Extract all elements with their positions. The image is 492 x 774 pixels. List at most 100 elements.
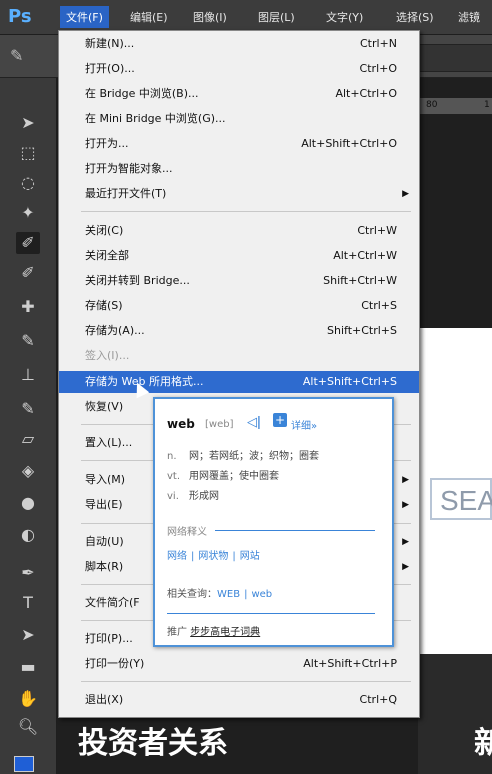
menu-item-label: 脚本(R) bbox=[85, 560, 124, 573]
menu-item-label: 关闭(C) bbox=[85, 224, 124, 237]
dict-def-text: 用网覆盖；使中圈套 bbox=[189, 471, 279, 482]
dict-web-link[interactable]: 网状物 bbox=[198, 551, 228, 562]
zoom-tool-icon[interactable]: 🔍︎ bbox=[16, 716, 40, 738]
menu-item-label: 打印(P)... bbox=[85, 632, 133, 645]
stamp-tool-icon[interactable]: ⊥ bbox=[16, 364, 40, 386]
menu-item-exit[interactable]: 退出(X) Ctrl+Q bbox=[59, 689, 419, 711]
dict-web-link[interactable]: 网络 bbox=[167, 551, 187, 562]
menu-item-save[interactable]: 存储(S) Ctrl+S bbox=[59, 295, 419, 317]
menu-item-shortcut: Ctrl+Q bbox=[359, 693, 397, 706]
brush-preset-icon[interactable]: ✎ bbox=[10, 46, 30, 66]
menu-item-label: 打开为智能对象... bbox=[85, 162, 173, 175]
menu-file[interactable]: 文件(F) bbox=[60, 6, 109, 28]
dodge-tool-icon[interactable]: ◐ bbox=[16, 524, 40, 546]
type-tool-icon[interactable]: T bbox=[16, 592, 40, 614]
menu-item-label: 关闭全部 bbox=[85, 249, 129, 262]
menu-filter[interactable]: 滤镜 bbox=[458, 9, 480, 25]
dict-ad-link[interactable]: 步步高电子词典 bbox=[190, 627, 260, 638]
menu-item-label: 自动(U) bbox=[85, 535, 124, 548]
menu-item-label: 新建(N)... bbox=[85, 37, 135, 50]
menu-item-save-for-web[interactable]: 存储为 Web 所用格式... Alt+Shift+Ctrl+S bbox=[59, 371, 419, 393]
menu-item-label: 打开(O)... bbox=[85, 62, 135, 75]
menu-item-open-smart-object[interactable]: 打开为智能对象... bbox=[59, 158, 419, 180]
divider: | bbox=[191, 551, 195, 562]
menu-item-close[interactable]: 关闭(C) Ctrl+W bbox=[59, 220, 419, 242]
menu-item-close-go-bridge[interactable]: 关闭并转到 Bridge... Shift+Ctrl+W bbox=[59, 270, 419, 292]
menu-image[interactable]: 图像(I) bbox=[193, 9, 227, 25]
menu-item-open[interactable]: 打开(O)... Ctrl+O bbox=[59, 58, 419, 80]
menu-item-recent-files[interactable]: 最近打开文件(T) ▶ bbox=[59, 183, 419, 205]
options-field[interactable] bbox=[418, 44, 492, 72]
paint-bucket-tool-icon[interactable]: ◈ bbox=[16, 460, 40, 482]
history-brush-tool-icon[interactable]: ✎ bbox=[16, 398, 40, 420]
submenu-arrow-icon: ▶ bbox=[402, 500, 409, 510]
dict-section-title: 网络释义 bbox=[167, 527, 207, 538]
menu-item-label: 打印一份(Y) bbox=[85, 657, 145, 670]
rectangle-tool-icon[interactable]: ▬ bbox=[16, 656, 40, 678]
menu-item-browse-bridge[interactable]: 在 Bridge 中浏览(B)... Alt+Ctrl+O bbox=[59, 83, 419, 105]
menu-item-print-one-copy[interactable]: 打印一份(Y) Alt+Shift+Ctrl+P bbox=[59, 653, 419, 675]
menu-item-shortcut: Alt+Ctrl+W bbox=[333, 249, 397, 262]
menu-item-open-as[interactable]: 打开为... Alt+Shift+Ctrl+O bbox=[59, 133, 419, 155]
ruler-tool-icon[interactable]: ✐ bbox=[16, 262, 40, 284]
eraser-tool-icon[interactable]: ▱ bbox=[16, 428, 40, 450]
dictionary-popup: web [web] ◁ǀ + 详细» n. 网；若网纸；波；织物；圈套 vt. 用网… bbox=[153, 397, 394, 647]
path-selection-tool-icon[interactable]: ➤ bbox=[16, 624, 40, 646]
menu-item-shortcut: Alt+Shift+Ctrl+S bbox=[302, 375, 397, 388]
healing-brush-tool-icon[interactable]: ✚ bbox=[16, 296, 40, 318]
menu-item-label: 关闭并转到 Bridge... bbox=[85, 274, 190, 287]
move-tool-icon[interactable]: ➤ bbox=[16, 112, 40, 134]
menu-item-save-as[interactable]: 存储为(A)... Shift+Ctrl+S bbox=[59, 320, 419, 342]
menu-separator bbox=[81, 681, 411, 682]
menu-layer[interactable]: 图层(L) bbox=[258, 9, 295, 25]
menu-type[interactable]: 文字(Y) bbox=[326, 9, 363, 25]
menu-item-label: 签入(I)... bbox=[85, 349, 130, 362]
pen-tool-icon[interactable]: ✒ bbox=[16, 562, 40, 584]
blur-tool-icon[interactable]: ● bbox=[16, 492, 40, 514]
brush-tool-icon[interactable]: ✎ bbox=[16, 330, 40, 352]
magic-wand-tool-icon[interactable]: ✦ bbox=[16, 202, 40, 224]
submenu-arrow-icon: ▶ bbox=[402, 562, 409, 572]
dict-pos: vt. bbox=[167, 471, 181, 482]
menu-item-browse-mini-bridge[interactable]: 在 Mini Bridge 中浏览(G)... bbox=[59, 108, 419, 130]
dict-detail-link[interactable]: 详细» bbox=[291, 417, 317, 432]
menu-item-shortcut: Alt+Ctrl+O bbox=[335, 87, 397, 100]
speaker-icon[interactable]: ◁ǀ bbox=[247, 415, 261, 430]
menu-item-new[interactable]: 新建(N)... Ctrl+N bbox=[59, 33, 419, 55]
canvas-heading: 投资者关系 bbox=[78, 726, 228, 761]
menu-item-shortcut: Ctrl+O bbox=[359, 62, 397, 75]
eyedropper-tool-icon[interactable]: ✐ bbox=[16, 232, 40, 254]
section-divider bbox=[215, 530, 375, 531]
dict-related-link[interactable]: WEB bbox=[217, 589, 240, 600]
menu-item-label: 最近打开文件(T) bbox=[85, 187, 167, 200]
menu-edit[interactable]: 编辑(E) bbox=[130, 9, 168, 25]
add-word-icon[interactable]: + bbox=[273, 413, 287, 427]
dict-definition: vi. 形成网 bbox=[167, 487, 219, 502]
dict-web-link[interactable]: 网站 bbox=[240, 551, 260, 562]
dict-definition: n. 网；若网纸；波；织物；圈套 bbox=[167, 447, 319, 462]
menu-item-label: 在 Mini Bridge 中浏览(G)... bbox=[85, 112, 226, 125]
hand-tool-icon[interactable]: ✋ bbox=[16, 688, 40, 710]
ruler-tick: 80 bbox=[426, 100, 438, 110]
marquee-tool-icon[interactable]: ⬚ bbox=[16, 142, 40, 164]
dict-def-text: 形成网 bbox=[189, 491, 219, 502]
menu-item-shortcut: Alt+Shift+Ctrl+P bbox=[303, 657, 397, 670]
menu-item-label: 存储为(A)... bbox=[85, 324, 145, 337]
canvas-search-box: SEA bbox=[430, 478, 492, 520]
menu-item-label: 置入(L)... bbox=[85, 436, 133, 449]
menu-item-label: 文件简介(F bbox=[85, 596, 140, 609]
dict-definition: vt. 用网覆盖；使中圈套 bbox=[167, 467, 279, 482]
menu-select[interactable]: 选择(S) bbox=[396, 9, 434, 25]
menu-item-shortcut: Shift+Ctrl+W bbox=[323, 274, 397, 287]
menu-item-label: 退出(X) bbox=[85, 693, 124, 706]
ruler: 80 1 bbox=[418, 98, 492, 114]
dict-related-link[interactable]: web bbox=[251, 589, 272, 600]
lasso-tool-icon[interactable]: ◌ bbox=[16, 172, 40, 194]
menu-item-check-in: 签入(I)... bbox=[59, 345, 419, 367]
foreground-color-swatch[interactable] bbox=[14, 756, 34, 772]
dict-related: 相关查询：WEB | web bbox=[167, 585, 272, 600]
menu-separator bbox=[81, 211, 411, 212]
dict-word: web bbox=[167, 417, 195, 431]
menu-item-close-all[interactable]: 关闭全部 Alt+Ctrl+W bbox=[59, 245, 419, 267]
menu-item-label: 在 Bridge 中浏览(B)... bbox=[85, 87, 199, 100]
